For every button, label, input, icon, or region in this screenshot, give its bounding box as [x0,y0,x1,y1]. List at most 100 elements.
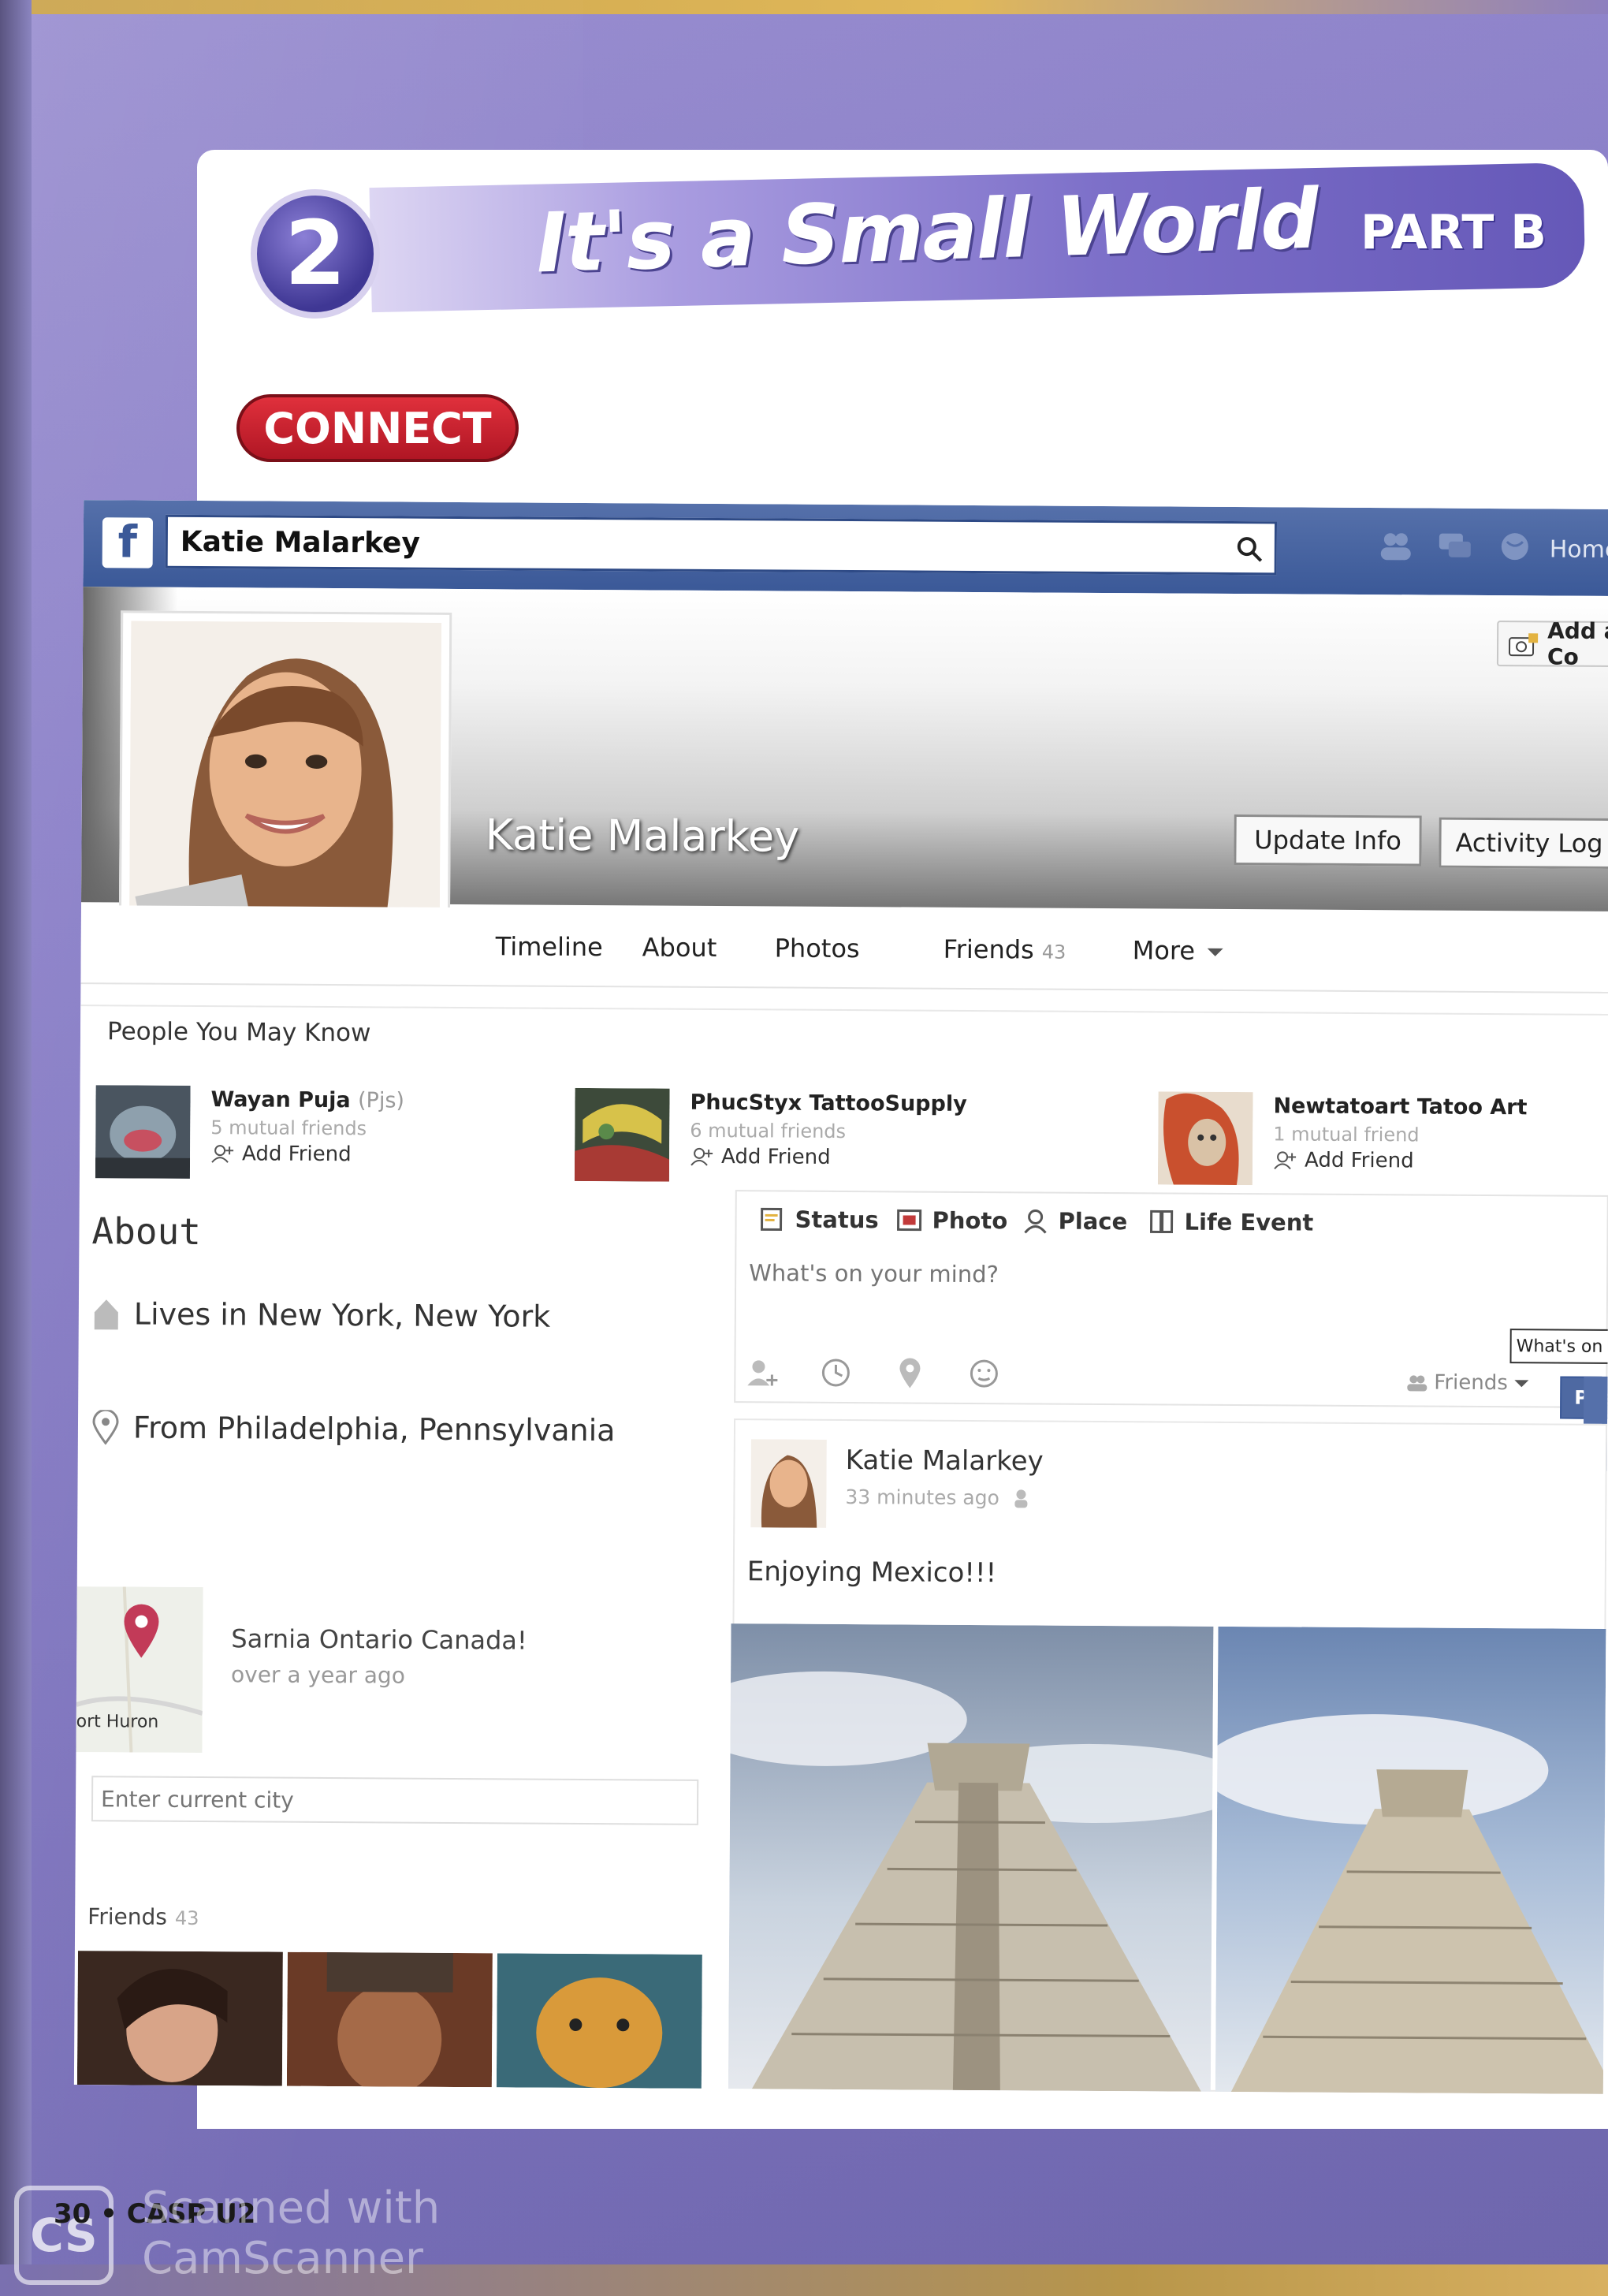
pymk-avatar[interactable] [1157,1091,1253,1186]
life-event-icon [1150,1210,1174,1234]
add-friend-label: Add Friend [1304,1148,1414,1173]
friends-count: 43 [1041,941,1066,964]
notifications-globe-icon[interactable] [1496,529,1534,564]
home-icon [94,1299,118,1330]
composer-tab-life-event[interactable]: Life Event [1148,1208,1313,1236]
add-friend-icon [690,1147,713,1166]
search-input-value: Katie Malarkey [180,525,421,560]
tab-timeline[interactable]: Timeline [496,931,603,962]
friends-audience-icon [1407,1375,1427,1392]
tab-about[interactable]: About [642,932,717,963]
tag-friends-icon[interactable] [745,1355,778,1388]
add-friend-label: Add Friend [242,1142,352,1167]
location-icon[interactable] [893,1356,926,1389]
clock-icon[interactable] [819,1356,852,1389]
watermark-line-1: Scanned with [142,2182,441,2234]
friends-box-count: 43 [174,1906,199,1930]
photo-icon [897,1209,922,1232]
friends-title-label: Friends [87,1903,167,1930]
add-friend-icon [1274,1151,1297,1170]
pymk-name[interactable]: PhucStyx TattooSupply [690,1090,966,1116]
story-timestamp[interactable]: 33 minutes ago [845,1485,1031,1509]
place-icon [1024,1209,1047,1234]
map-city-label: ort Huron [76,1712,159,1732]
friend-thumbnail[interactable] [286,1951,493,2088]
composer-tools [745,1355,1000,1390]
audience-selector[interactable]: Friends [1405,1370,1528,1395]
pymk-card: Wayan Puja (Pjs) 5 mutual friends Add Fr… [95,1085,404,1187]
home-link[interactable]: Home [1550,535,1608,564]
facebook-logo[interactable]: f [102,516,154,568]
story-author-name[interactable]: Katie Malarkey [846,1444,1044,1478]
composer-tab-label: Place [1058,1207,1128,1236]
checkin-place[interactable]: Sarnia Ontario Canada! [231,1623,527,1655]
about-heading[interactable]: About [91,1210,201,1253]
mutual-friends: 6 mutual friends [690,1119,847,1143]
watermark-line-2: CamScanner [142,2233,424,2284]
add-friend-button[interactable]: Add Friend [690,1145,966,1170]
from-row: From Philadelphia, Pennsylvania [91,1410,616,1448]
tab-label: Timeline [495,931,603,963]
status-input[interactable] [749,1253,1459,1297]
lives-in-row: Lives in New York, New York [91,1296,551,1334]
person-name: Newtatoart Tatoo Art [1273,1094,1528,1120]
connect-section-label: CONNECT [236,394,519,462]
activity-log-button[interactable]: Activity Log [1439,817,1608,870]
search-icon[interactable] [1235,535,1264,563]
composer-tab-place[interactable]: Place [1022,1207,1127,1235]
add-friend-button[interactable]: Add Friend [210,1142,404,1166]
pymk-info: PhucStyx TattooSupply 6 mutual friends A… [690,1090,967,1170]
tab-photos[interactable]: Photos [775,933,860,964]
facebook-profile-screenshot: f Katie Malarkey Home Add a Co Katie Mal… [73,500,1608,2094]
story-photo-pyramid-right[interactable] [1215,1626,1606,2094]
profile-picture-frame[interactable] [118,610,452,934]
book-spine [0,0,32,2296]
tab-label: About [642,932,717,964]
search-input[interactable]: Katie Malarkey [165,514,1278,576]
composer-tab-label: Life Event [1184,1208,1314,1236]
add-friend-icon [211,1145,234,1163]
pymk-title: People You May Know [106,1017,371,1048]
person-alt-name: (Pjs) [357,1088,405,1113]
unit-number-badge: 2 [251,189,380,319]
pymk-info: Wayan Puja (Pjs) 5 mutual friends Add Fr… [210,1087,404,1166]
story-time-text: 33 minutes ago [845,1485,999,1510]
friend-requests-icon[interactable] [1376,528,1414,563]
add-friend-button[interactable]: Add Friend [1273,1148,1527,1173]
unit-part: PART B [1360,205,1547,260]
unit-number: 2 [285,203,346,305]
composer-tab-label: Status [795,1206,879,1234]
story-author-avatar[interactable] [750,1439,827,1528]
friend-thumbnail[interactable] [76,1951,283,2086]
tab-more[interactable]: More [1133,935,1224,966]
lives-in-text[interactable]: Lives in New York, New York [134,1297,551,1334]
pymk-name[interactable]: Wayan Puja (Pjs) [210,1087,404,1113]
add-cover-button[interactable]: Add a Co [1496,617,1608,670]
tab-label: Friends [943,934,1034,965]
status-icon [761,1207,783,1232]
composer-tooltip: What's on yo [1509,1329,1608,1365]
checkin-time: over a year ago [230,1661,405,1689]
messages-icon[interactable] [1436,529,1474,564]
composer-tab-photo[interactable]: Photo [895,1206,1007,1234]
composer-tab-label: Photo [932,1206,1008,1235]
composer-tab-status[interactable]: Status [758,1206,879,1234]
tab-friends[interactable]: Friends 43 [944,934,1066,965]
from-text[interactable]: From Philadelphia, Pennsylvania [133,1410,616,1448]
update-info-button[interactable]: Update Info [1234,814,1422,867]
friends-box-title[interactable]: Friends 43 [87,1903,199,1930]
current-city-input[interactable] [91,1776,699,1825]
feeling-icon[interactable] [967,1357,1000,1390]
connect-label-text: CONNECT [263,403,492,453]
pymk-avatar[interactable] [574,1087,670,1182]
profile-picture[interactable] [128,621,442,934]
friend-thumbnail[interactable] [496,1953,702,2089]
pymk-name[interactable]: Newtatoart Tatoo Art [1273,1094,1527,1120]
pymk-avatar[interactable] [95,1085,191,1179]
add-cover-label: Add a Co [1547,617,1608,670]
camera-icon [1509,633,1539,657]
story-photo-pyramid-left[interactable] [728,1623,1214,2092]
profile-name: Katie Malarkey [485,810,800,862]
checkin-map[interactable]: ort Huron [76,1586,203,1754]
friends-audience-icon [1014,1489,1028,1508]
